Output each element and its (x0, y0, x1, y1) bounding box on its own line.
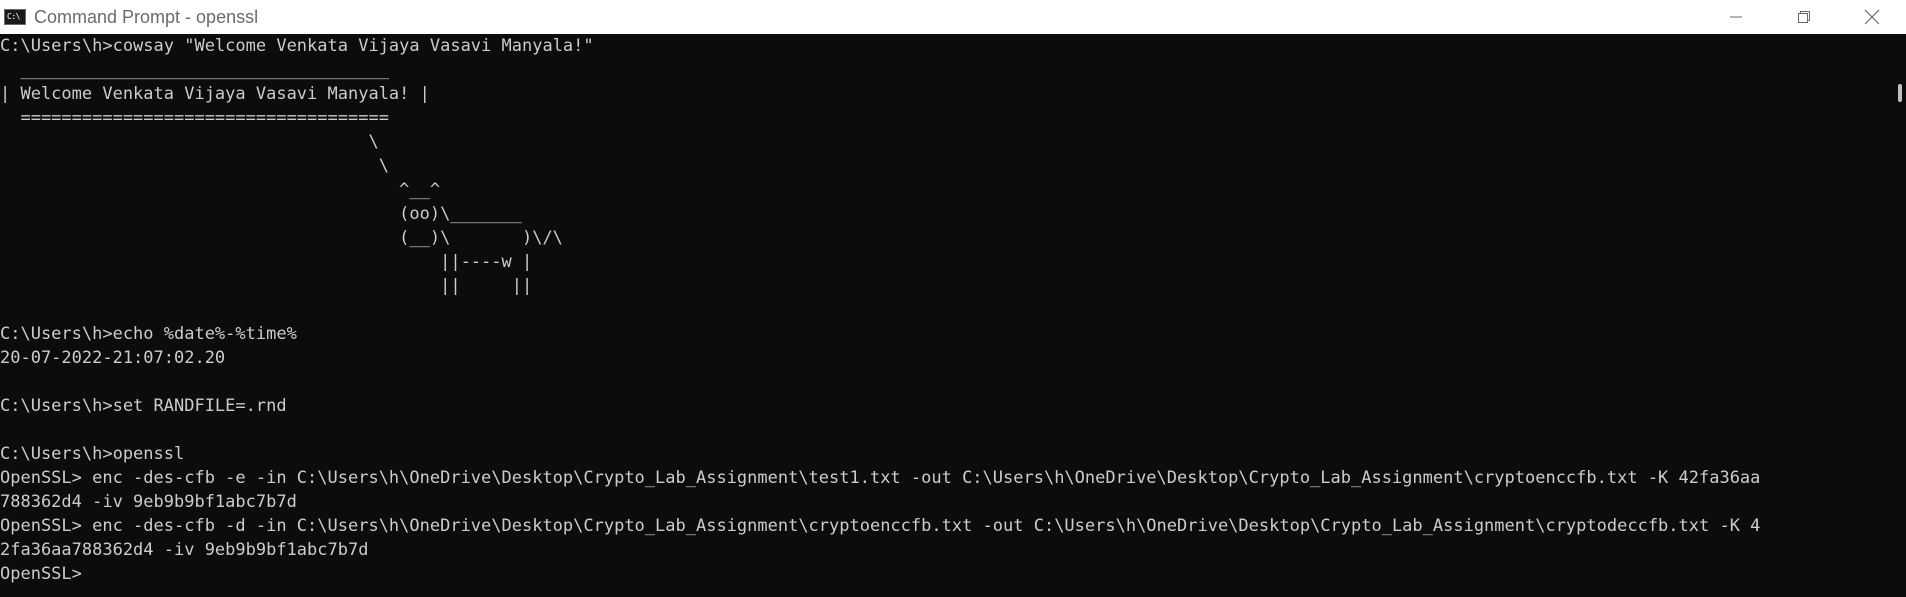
console-line: ||----w | (0, 252, 533, 272)
console-line: ^__^ (0, 180, 441, 200)
app-icon-glyph: C:\ (7, 12, 20, 21)
minimize-icon (1730, 16, 1742, 18)
console-line: C:\Users\h>cowsay "Welcome Venkata Vijay… (0, 36, 594, 56)
window-title: Command Prompt - openssl (34, 6, 259, 27)
scrollbar-thumb[interactable] (1898, 84, 1902, 102)
command-prompt-window: C:\ Command Prompt - openssl C:\Users\h>… (0, 0, 1906, 597)
console-line: \ (0, 132, 379, 152)
console-line: OpenSSL> (0, 564, 82, 584)
console-line: C:\Users\h>echo %date%-%time% (0, 324, 297, 344)
close-button[interactable] (1838, 0, 1906, 34)
console-line: (oo)\_______ (0, 204, 522, 224)
console-line: C:\Users\h>openssl (0, 444, 185, 464)
console-line: || || (0, 276, 533, 296)
console-line: C:\Users\h>set RANDFILE=.rnd (0, 396, 287, 416)
window-controls (1702, 0, 1906, 34)
console-line: 2fa36aa788362d4 -iv 9eb9b9bf1abc7b7d (0, 540, 369, 560)
close-icon (1864, 9, 1880, 25)
console-line: (__)\ )\/\ (0, 228, 563, 248)
restore-icon (1798, 11, 1810, 23)
console-output[interactable]: C:\Users\h>cowsay "Welcome Venkata Vijay… (0, 34, 1890, 597)
console-line: 788362d4 -iv 9eb9b9bf1abc7b7d (0, 492, 297, 512)
console-line: OpenSSL> enc -des-cfb -d -in C:\Users\h\… (0, 516, 1761, 536)
console-line: ____________________________________ (0, 60, 389, 80)
console-line: ==================================== (0, 108, 389, 128)
console-line: | Welcome Venkata Vijaya Vasavi Manyala!… (0, 84, 430, 104)
vertical-scrollbar[interactable] (1890, 34, 1906, 597)
restore-button[interactable] (1770, 0, 1838, 34)
title-bar[interactable]: C:\ Command Prompt - openssl (0, 0, 1906, 34)
minimize-button[interactable] (1702, 0, 1770, 34)
console-line: \ (0, 156, 389, 176)
console-line: OpenSSL> enc -des-cfb -e -in C:\Users\h\… (0, 468, 1761, 488)
command-prompt-app-icon[interactable]: C:\ (4, 9, 26, 25)
console-line: 20-07-2022-21:07:02.20 (0, 348, 226, 368)
